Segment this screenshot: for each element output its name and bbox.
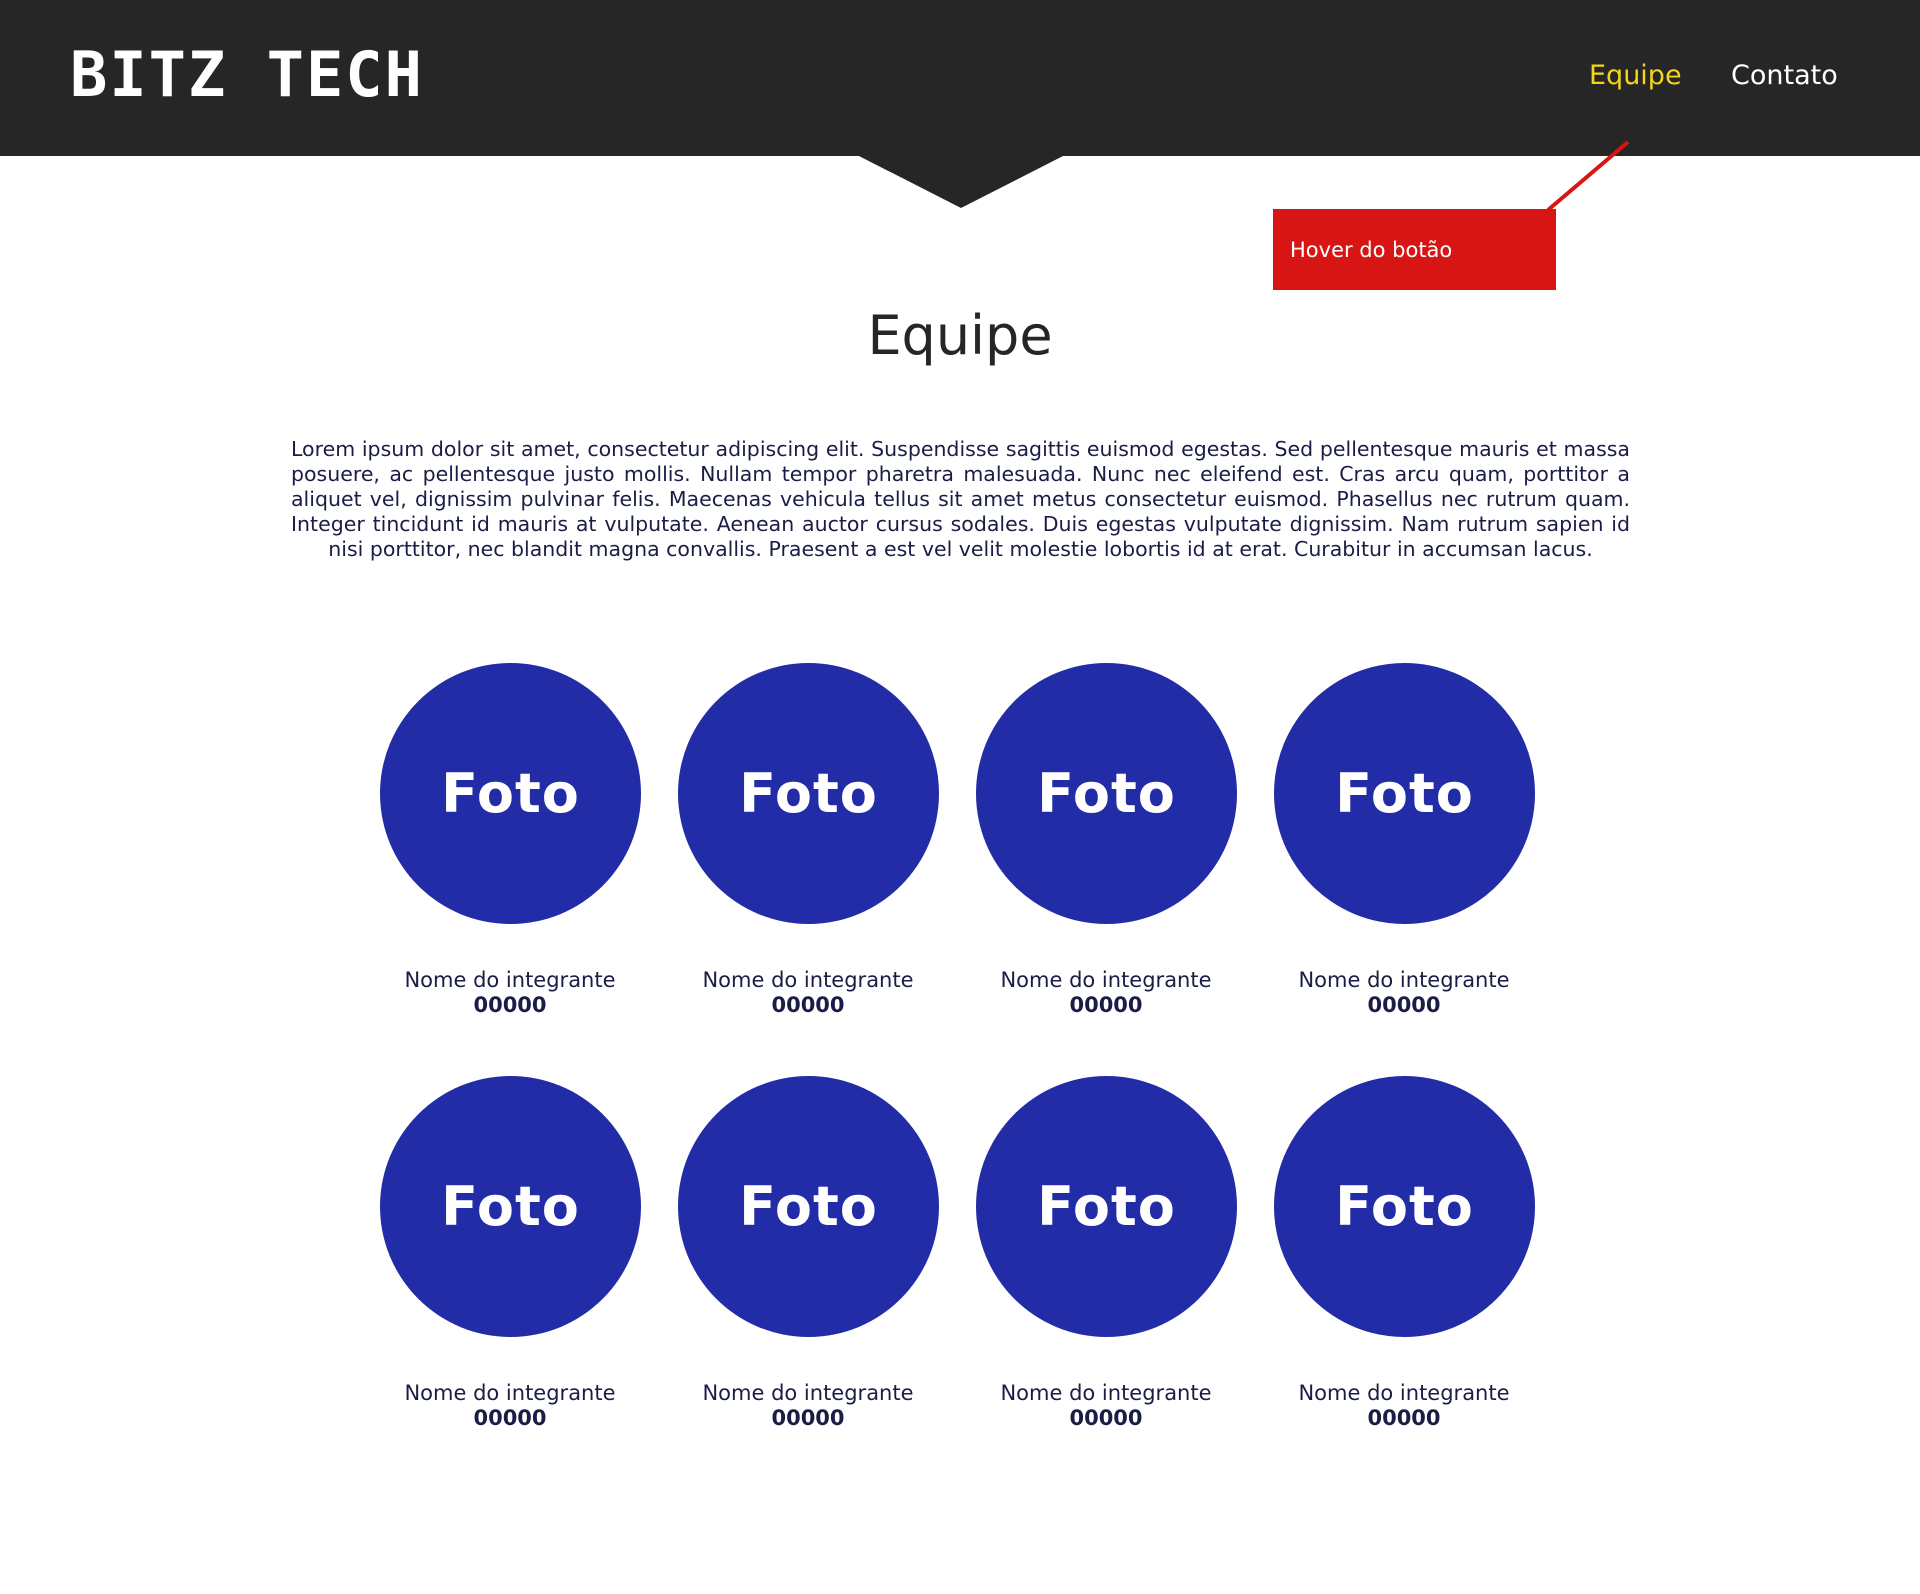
member-photo: Foto [1274, 1076, 1535, 1337]
hover-annotation: Hover do botão [1273, 209, 1556, 290]
member-photo: Foto [678, 1076, 939, 1337]
member-photo: Foto [976, 663, 1237, 924]
page-title: Equipe [867, 304, 1053, 367]
member-name: Nome do integrante [404, 968, 616, 992]
member-name: Nome do integrante [702, 968, 914, 992]
member-name: Nome do integrante [1000, 968, 1212, 992]
member-name: Nome do integrante [1298, 968, 1510, 992]
site-logo[interactable]: BITZ TECH [70, 44, 424, 106]
nav-link-contato[interactable]: Contato [1731, 60, 1838, 92]
member-name: Nome do integrante [404, 1381, 616, 1405]
member-photo: Foto [976, 1076, 1237, 1337]
member-id: 00000 [1069, 993, 1143, 1017]
header-notch [857, 155, 1065, 208]
member-photo: Foto [1274, 663, 1535, 924]
member-id: 00000 [1367, 1406, 1441, 1430]
member-id: 00000 [771, 993, 845, 1017]
intro-text: Lorem ipsum dolor sit amet, consectetur … [291, 437, 1630, 561]
hover-annotation-label: Hover do botão [1290, 237, 1453, 262]
member-name: Nome do integrante [1000, 1381, 1212, 1405]
member-id: 00000 [771, 1406, 845, 1430]
member-id: 00000 [473, 993, 547, 1017]
member-id: 00000 [1367, 993, 1441, 1017]
member-id: 00000 [1069, 1406, 1143, 1430]
member-photo: Foto [380, 663, 641, 924]
site-header: BITZ TECH Equipe Contato [0, 0, 1920, 156]
member-name: Nome do integrante [1298, 1381, 1510, 1405]
member-photo: Foto [678, 663, 939, 924]
member-photo: Foto [380, 1076, 641, 1337]
member-id: 00000 [473, 1406, 547, 1430]
nav-link-equipe[interactable]: Equipe [1589, 60, 1682, 92]
member-name: Nome do integrante [702, 1381, 914, 1405]
